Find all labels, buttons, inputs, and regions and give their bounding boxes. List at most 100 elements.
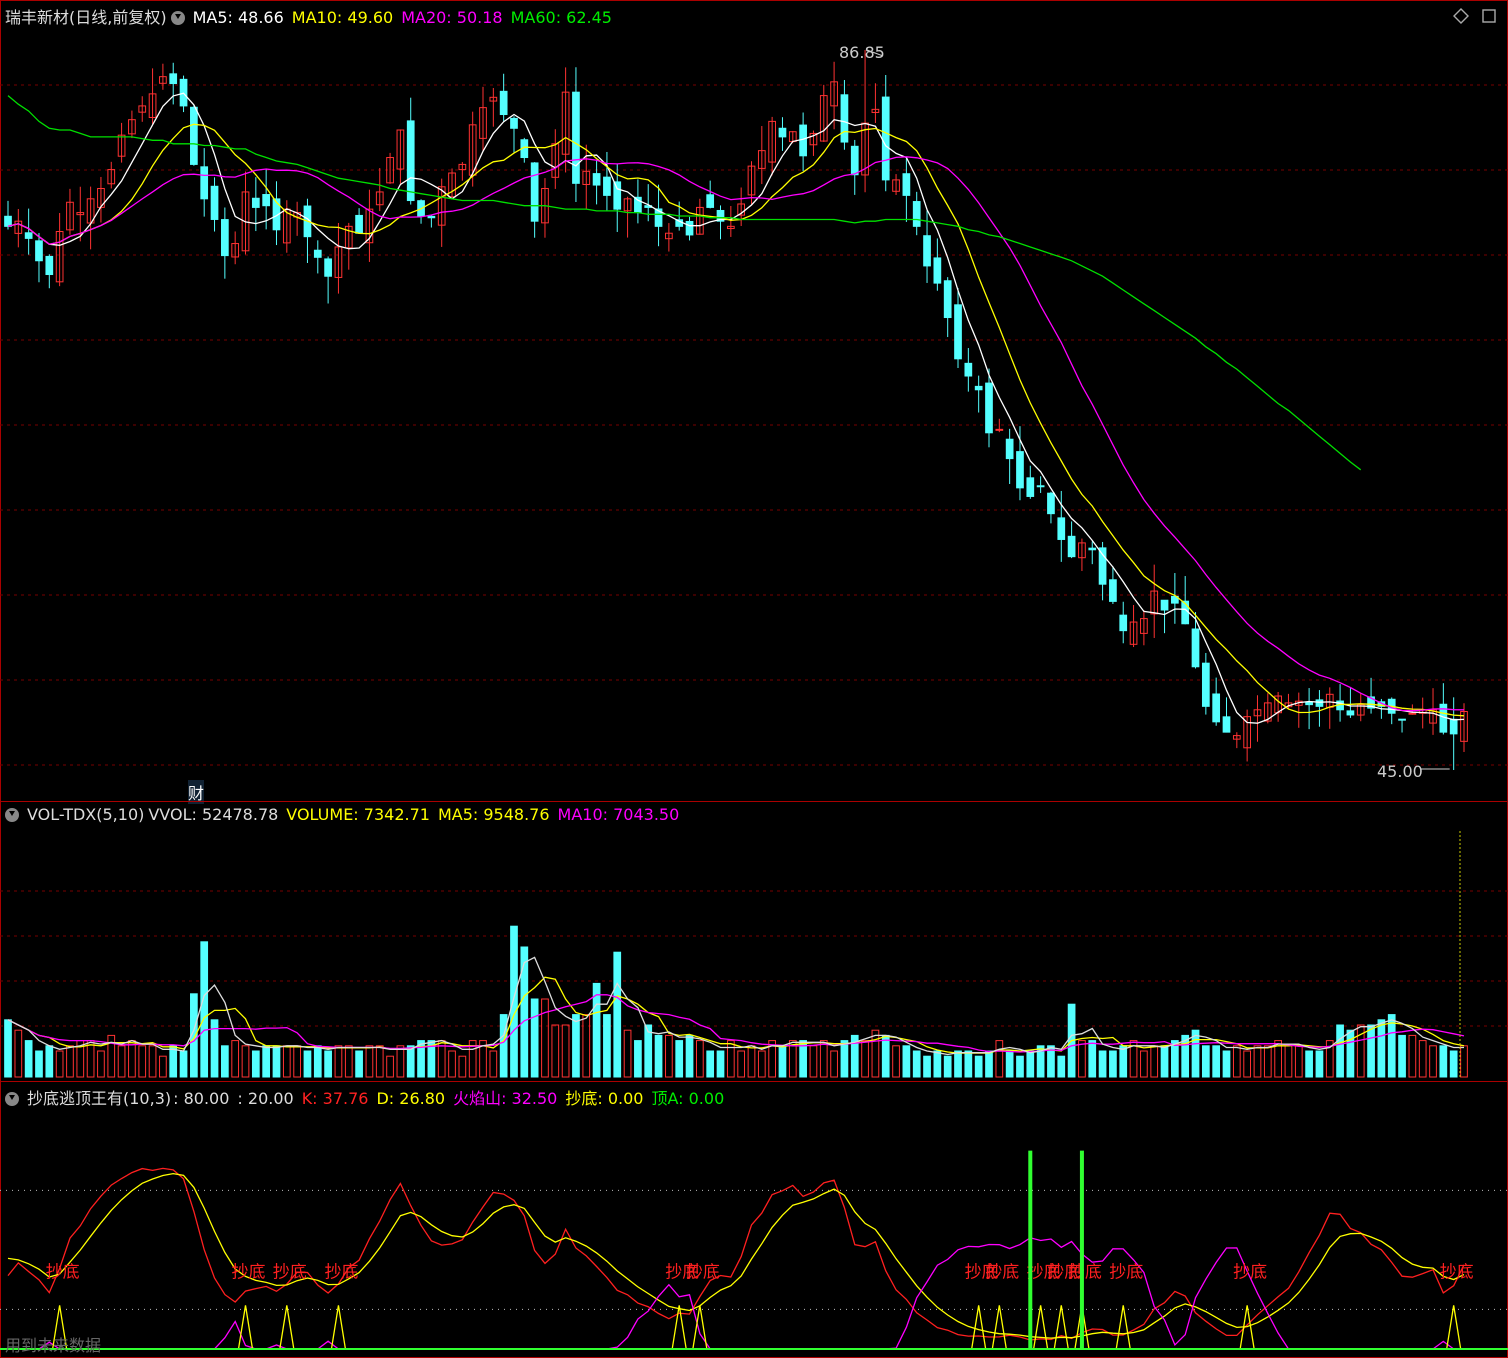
volume-bar [4, 1019, 12, 1078]
volume-bar [1201, 1045, 1210, 1078]
candle-body [613, 181, 622, 210]
volume-bar [1294, 1045, 1303, 1078]
volume-bar [582, 1014, 591, 1078]
candle-body [799, 124, 807, 157]
volume-bar [902, 1045, 911, 1078]
volume-bar [613, 951, 622, 1078]
volume-bar [954, 1050, 962, 1078]
volume-ma10-line [7, 994, 1465, 1053]
candle-body [1005, 438, 1014, 460]
candle-body [1212, 693, 1221, 723]
volume-panel[interactable]: VOL-TDX(5,10) VVOL: 52478.78 VOLUME: 7342.… [0, 801, 1508, 1082]
candlestick-plot[interactable] [0, 0, 1508, 800]
bottom-signal-marker [1446, 1305, 1462, 1350]
volume-bar [510, 925, 518, 1078]
volume-bar [86, 1040, 95, 1078]
bottom-signal-label: 抄底 [1233, 1263, 1267, 1283]
volume-bar [1439, 1045, 1448, 1078]
bottom-signal-label: 抄底 [46, 1263, 80, 1283]
candle-body [1036, 485, 1045, 488]
candle-body [210, 185, 219, 220]
volume-bar [458, 1055, 467, 1078]
volume-bar [313, 1045, 322, 1078]
volume-bar [1026, 1050, 1035, 1078]
candle-body [1408, 712, 1417, 715]
volume-bar [1408, 1034, 1417, 1078]
volume-bar [355, 1050, 363, 1078]
candle-body [313, 249, 322, 258]
indicator-panel[interactable]: 抄底逃顶王有(10,3): 80.00: 20.00 K: 37.76 D: 26.… [0, 1081, 1508, 1358]
volume-bar [1305, 1050, 1313, 1078]
volume-bar [530, 998, 539, 1078]
volume-bar [1078, 1040, 1086, 1078]
candle-body [1109, 579, 1117, 602]
volume-bar [231, 1040, 240, 1078]
volume-bar [1140, 1050, 1148, 1078]
volume-bar [1429, 1045, 1437, 1078]
volume-bar [386, 1055, 394, 1078]
candle-body [706, 194, 715, 208]
candle-body [985, 382, 993, 434]
candle-body [943, 280, 952, 319]
volume-bar [1398, 1034, 1406, 1078]
bottom-signal-label: 抄底 [324, 1263, 358, 1283]
volume-bar [737, 1050, 746, 1078]
volume-bar [1212, 1045, 1221, 1078]
volume-bar [1367, 1024, 1375, 1078]
volume-bar [55, 1050, 64, 1078]
volume-bar [117, 1045, 126, 1078]
volume-bar [819, 1040, 828, 1078]
volume-bar [1005, 1050, 1014, 1078]
volume-bar [489, 1050, 498, 1078]
volume-bar [551, 1024, 560, 1078]
volume-bar [128, 1040, 136, 1078]
candle-body [262, 194, 271, 207]
candle-body [4, 215, 12, 227]
candle-body [603, 176, 611, 196]
volume-bar [499, 1014, 508, 1078]
volume-bar [665, 1034, 673, 1078]
volume-bar [561, 1024, 570, 1078]
candle-body [1016, 451, 1024, 489]
candle-body [902, 173, 911, 196]
volume-bar [1232, 1045, 1241, 1078]
volume-bar [933, 1050, 942, 1078]
volume-bar [964, 1050, 973, 1078]
volume-bar [24, 1040, 33, 1078]
candle-body [995, 428, 1004, 431]
volume-bar [303, 1050, 312, 1078]
candle-body [1067, 535, 1076, 558]
volume-bar [97, 1050, 105, 1078]
volume-bar [757, 1050, 766, 1078]
candle-body [220, 219, 229, 257]
volume-bar [35, 1050, 43, 1078]
candle-body [1315, 699, 1324, 707]
volume-bar [572, 1014, 580, 1078]
candle-body [1305, 701, 1313, 706]
volume-bar [45, 1045, 54, 1078]
main-chart-panel[interactable]: 瑞丰新材(日线,前复权) MA5: 48.66 MA10: 49.60 MA20: 5… [0, 0, 1508, 804]
candle-body [1047, 492, 1055, 515]
volume-bar [716, 1050, 725, 1078]
volume-bar [1088, 1040, 1097, 1078]
volume-bar [1418, 1040, 1427, 1078]
volume-plot[interactable] [0, 801, 1508, 1081]
volume-bar [1222, 1050, 1231, 1078]
bottom-signal-marker [279, 1305, 295, 1350]
volume-bar [830, 1050, 838, 1078]
ma5-line [7, 92, 1465, 724]
indicator-plot[interactable]: 抄底 抄底 抄底 抄底 抄底抄底 抄底抄底 抄底抄底抄底 抄底 抄底 抄底 [0, 1081, 1508, 1357]
volume-bar [809, 1045, 818, 1078]
high-price-label: 86.85 [839, 43, 885, 62]
volume-bar [726, 1040, 735, 1078]
volume-bar [623, 1029, 632, 1078]
bottom-signal-marker [692, 1305, 708, 1350]
ma60-line [7, 95, 1362, 471]
bottom-signal-marker [1053, 1305, 1069, 1350]
volume-bar [251, 1050, 260, 1078]
candle-body [1057, 517, 1066, 540]
volume-bar [169, 1045, 178, 1078]
bottom-signal-label: 抄底 [985, 1263, 1019, 1283]
bottom-signal-marker [991, 1305, 1007, 1350]
bottom-signal-label: 抄底 [686, 1263, 720, 1283]
